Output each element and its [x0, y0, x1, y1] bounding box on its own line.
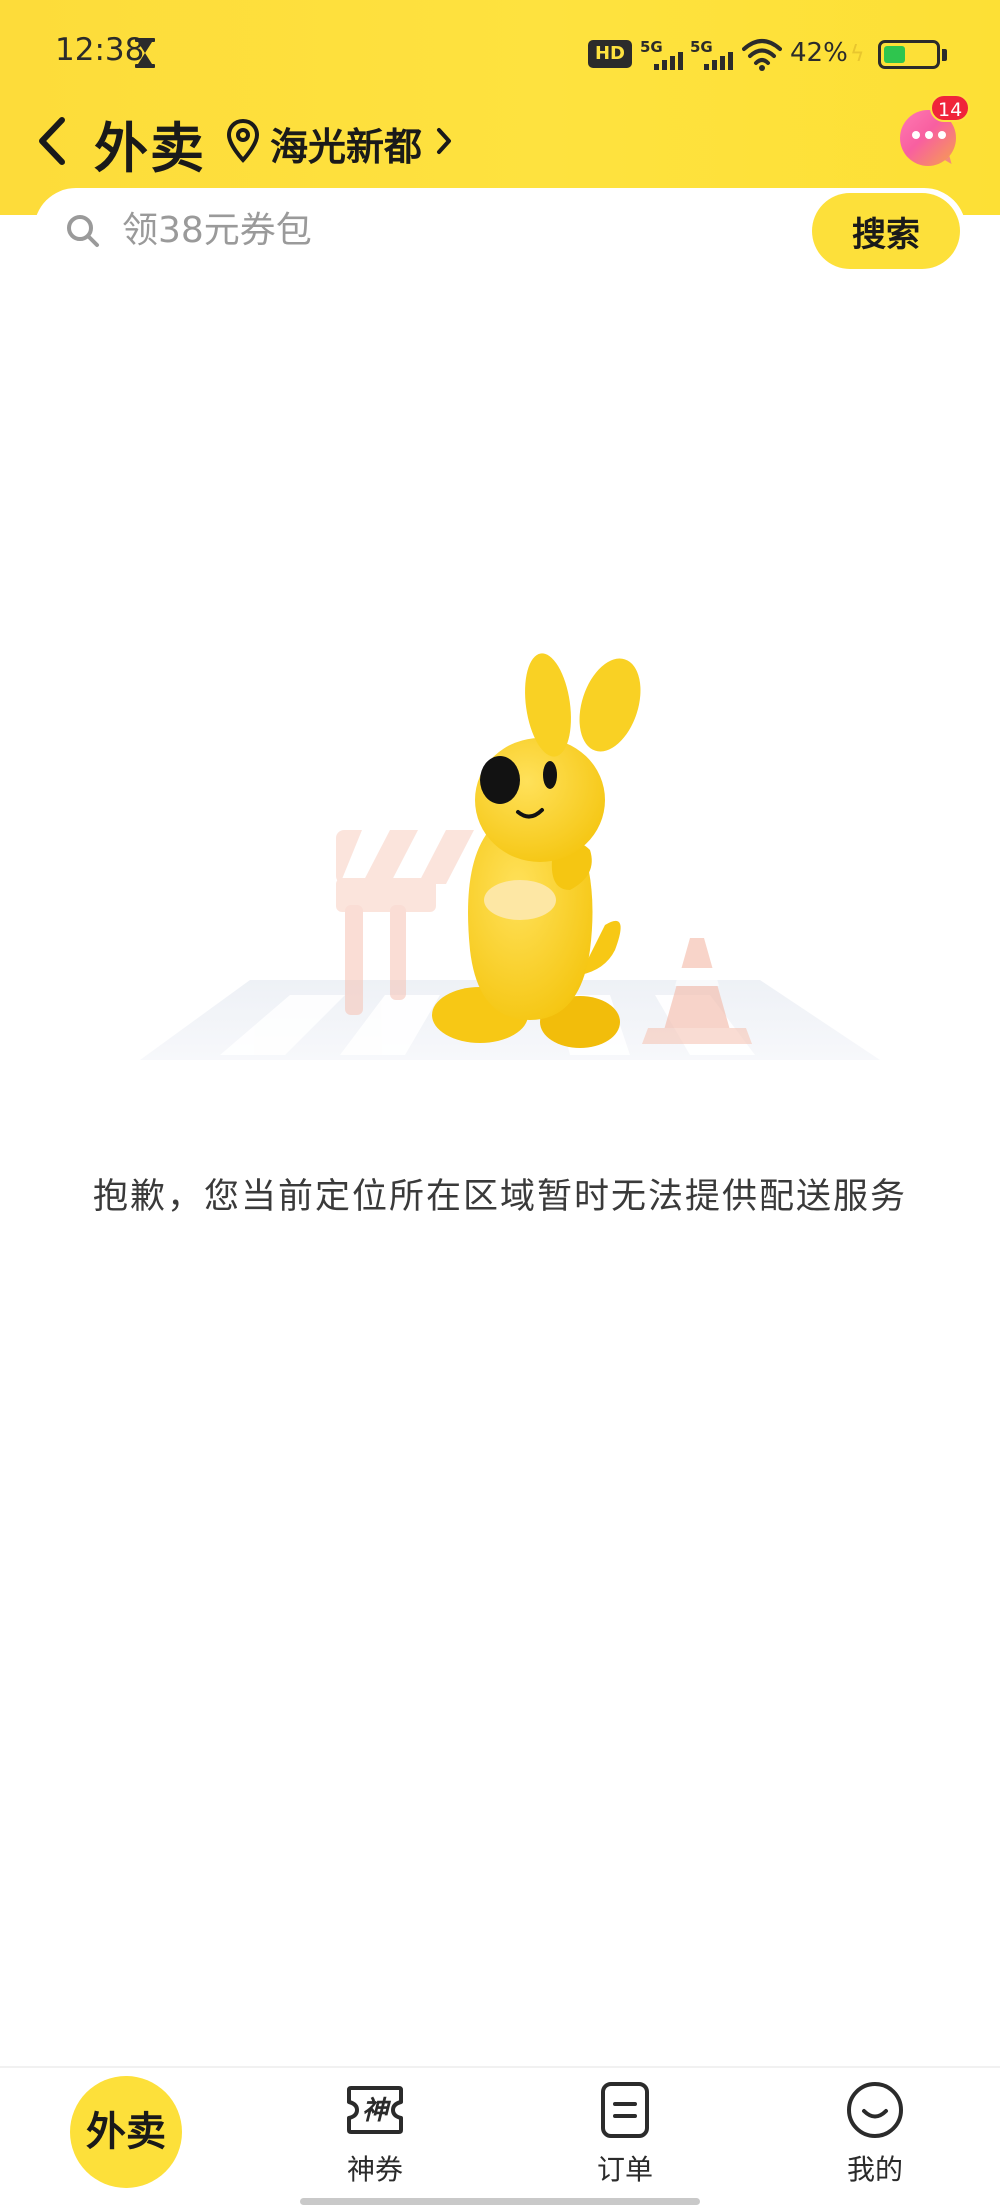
signal-icon: 5G	[690, 38, 740, 70]
wifi-icon	[742, 39, 782, 71]
hourglass-icon	[135, 38, 155, 68]
status-bar: 12:38 HD 5G 5G 42% ϟ	[0, 0, 1000, 105]
hd-icon: HD	[588, 40, 632, 68]
messages-button[interactable]: 14	[896, 94, 971, 172]
message-count-badge: 14	[930, 94, 971, 122]
location-selector[interactable]: 海光新都	[226, 108, 466, 174]
search-button[interactable]: 搜索	[812, 193, 960, 269]
empty-state-message: 抱歉，您当前定位所在区域暂时无法提供配送服务	[92, 1177, 907, 1217]
tab-label: 订单	[596, 2153, 653, 2186]
battery-icon	[878, 40, 940, 69]
chevron-right-icon	[437, 128, 451, 154]
takeout-home-icon: 外卖	[70, 2076, 182, 2188]
bottom-tab-bar: 外卖 神 神券 订单 我的	[0, 2068, 1000, 2211]
search-icon	[67, 215, 99, 247]
battery-percent: 42%	[790, 38, 848, 68]
status-icons: HD 5G 5G 42% ϟ	[580, 0, 1000, 105]
empty-state-illustration	[140, 653, 880, 1060]
search-bar[interactable]: 搜索	[34, 188, 966, 272]
signal-icon: 5G	[640, 38, 690, 70]
battery-cap	[942, 49, 947, 61]
search-input[interactable]	[122, 202, 722, 258]
coupon-icon: 神	[347, 2086, 403, 2134]
profile-smile-icon	[847, 2082, 903, 2138]
location-label: 海光新都	[270, 125, 423, 169]
status-time: 12:38	[55, 32, 145, 68]
tab-profile[interactable]: 我的	[795, 2068, 955, 2186]
svg-text:神: 神	[362, 2096, 392, 2126]
tab-takeout[interactable]: 外卖	[0, 2068, 250, 2188]
order-list-icon	[601, 2082, 649, 2138]
tab-label: 我的	[846, 2153, 903, 2186]
nav-bar: 外卖 海光新都 14	[0, 94, 1000, 190]
back-arrow-icon[interactable]	[30, 106, 74, 176]
tab-label: 神券	[346, 2153, 403, 2186]
charging-icon: ϟ	[850, 42, 865, 67]
home-indicator[interactable]	[300, 2198, 700, 2205]
location-pin-icon	[226, 118, 260, 163]
page-title: 外卖	[94, 117, 206, 180]
tab-orders[interactable]: 订单	[545, 2068, 705, 2186]
tab-coupons[interactable]: 神 神券	[295, 2068, 455, 2186]
